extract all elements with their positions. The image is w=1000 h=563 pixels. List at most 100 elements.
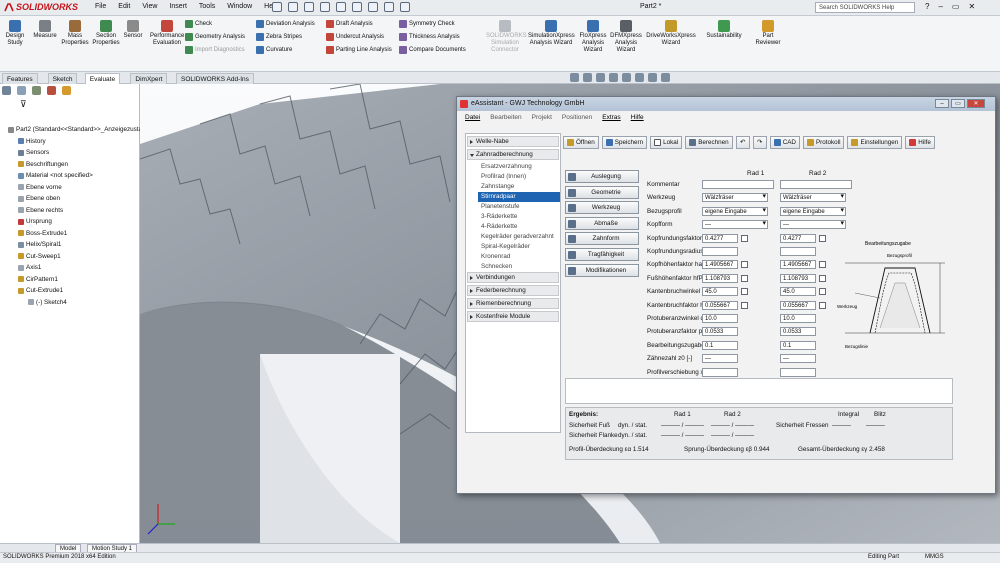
param-input-rad1[interactable]: 0.1 — [702, 340, 738, 350]
ribbon-item-col4-2[interactable]: Compare Documents — [399, 46, 466, 54]
ribbon-item-col2-1[interactable]: Zebra Stripes — [256, 33, 302, 41]
param-input-rad2[interactable]: eigene Eingabe — [780, 206, 846, 216]
param-input-rad1[interactable]: 1.108793 — [702, 273, 738, 283]
tree-item[interactable]: CirPattern1 — [18, 276, 58, 283]
dimxpert-icon[interactable] — [47, 86, 56, 95]
param-input-rad2[interactable]: — — [780, 220, 846, 230]
ribbon-tool-2[interactable]: FloXpress Analysis Wizard — [578, 20, 608, 54]
calc-button-tragfähigkeit[interactable]: Tragfähigkeit — [565, 248, 639, 261]
param-checkbox[interactable] — [741, 274, 748, 282]
param-input-rad1[interactable]: — — [702, 220, 768, 230]
calc-button-abmaße[interactable]: Abmaße — [565, 216, 639, 230]
toolbar-button-4[interactable]: ↶ — [735, 136, 750, 149]
param-checkbox[interactable] — [741, 288, 748, 296]
tree-item[interactable]: Ursprung — [18, 218, 52, 225]
toolbar-button-9[interactable]: Hilfe — [905, 136, 935, 149]
lokal-checkbox[interactable] — [654, 139, 662, 146]
tab-solidworks-add-ins[interactable]: SOLIDWORKS Add-Ins — [176, 73, 254, 84]
tree-item[interactable]: Sensors — [18, 149, 49, 156]
window-button-3[interactable]: ✕ — [968, 2, 975, 11]
param-input-rad2[interactable]: — — [780, 354, 816, 364]
tree-item[interactable]: Ebene vorne — [18, 184, 62, 191]
param-input-rad2[interactable]: 0.1 — [780, 340, 816, 350]
param-input-rad1[interactable] — [702, 367, 738, 377]
ribbon-tool-1[interactable]: SimulationXpress Analysis Wizard — [528, 20, 575, 47]
param-checkbox[interactable] — [819, 261, 826, 269]
param-checkbox[interactable] — [819, 288, 826, 296]
home-icon[interactable] — [272, 2, 282, 12]
nav-group[interactable]: Welle-Nabe — [467, 136, 559, 147]
ribbon-item-col3-2[interactable]: Parting Line Analysis — [326, 46, 392, 54]
nav-group[interactable]: Riemenberechnung — [467, 298, 559, 309]
display-manager-icon[interactable] — [62, 86, 71, 95]
nav-item[interactable]: Kronenrad — [478, 252, 560, 262]
toolbar-button-5[interactable]: ↷ — [752, 136, 767, 149]
rebuild-icon[interactable] — [384, 2, 394, 12]
dialog-minimize-button[interactable]: – — [935, 99, 949, 108]
ribbon-button-3[interactable]: Section Properties — [92, 20, 120, 47]
nav-item[interactable]: Kegelräder geradverzahnt — [478, 232, 560, 242]
param-input-rad2[interactable]: 45.0 — [780, 287, 816, 297]
toolbar-button-2[interactable]: Lokal — [650, 136, 683, 149]
tab-sketch[interactable]: Sketch — [47, 73, 78, 84]
param-input-rad1[interactable]: eigene Eingabe — [702, 206, 768, 216]
param-input-rad2[interactable]: 1.108793 — [780, 273, 816, 283]
property-manager-icon[interactable] — [17, 86, 26, 95]
param-input-rad1[interactable]: 0.0533 — [702, 327, 738, 337]
options-icon[interactable] — [400, 2, 410, 12]
dialog-menu-projekt[interactable]: Projekt — [532, 112, 552, 124]
tab-features[interactable]: Features — [2, 73, 38, 84]
toolbar-button-3[interactable]: Berechnen — [685, 136, 733, 149]
tab-evaluate[interactable]: Evaluate — [84, 73, 121, 84]
param-input-rad1[interactable]: 10.0 — [702, 314, 738, 323]
param-input-rad2[interactable]: 0.055667 — [780, 300, 816, 310]
param-input-rad2[interactable]: 10.0 — [780, 314, 816, 323]
view-orientation-icon[interactable] — [596, 73, 605, 82]
param-input-rad1[interactable]: 0.055667 — [702, 300, 738, 310]
param-input-rad1[interactable]: 45.0 — [702, 287, 738, 297]
param-input-rad2[interactable]: 1.4905667 — [780, 260, 816, 270]
param-input-rad2[interactable]: Wälzfräser — [780, 193, 846, 203]
tree-item[interactable]: Beschriftungen — [18, 161, 68, 168]
tree-item[interactable]: Helix/Spiral1 — [18, 241, 61, 248]
tree-item[interactable]: Axis1 — [18, 264, 41, 271]
ribbon-tool-0[interactable]: SOLIDWORKS Simulation Connector — [486, 20, 527, 54]
toolbar-button-7[interactable]: Protokoll — [802, 136, 845, 149]
calc-button-geometrie[interactable]: Geometrie — [565, 185, 639, 199]
tree-item[interactable]: Part2 (Standard<<Standard>>_Anzeigezusta… — [8, 126, 156, 133]
ribbon-item-col2-2[interactable]: Curvature — [256, 46, 292, 54]
nav-item[interactable]: Schnecken — [478, 262, 560, 272]
calc-button-modifikationen[interactable]: Modifikationen — [565, 263, 639, 277]
tree-item[interactable]: (-) Sketch4 — [28, 299, 67, 306]
dialog-menu-datei[interactable]: Datei — [465, 112, 480, 124]
param-input-rad2[interactable] — [780, 367, 816, 377]
tab-dimxpert[interactable]: DimXpert — [130, 73, 168, 84]
new-doc-icon[interactable] — [288, 2, 298, 12]
dialog-menu-positionen[interactable]: Positionen — [562, 112, 592, 124]
nav-item[interactable]: Spiral-Kegelräder — [478, 242, 560, 252]
display-style-icon[interactable] — [609, 73, 618, 82]
undo-icon[interactable] — [352, 2, 362, 12]
param-input-rad1[interactable]: 1.4905667 — [702, 260, 738, 270]
select-icon[interactable] — [368, 2, 378, 12]
nav-item[interactable]: Ersatzverzahnung — [478, 162, 560, 172]
nav-item[interactable]: 3-Räderkette — [478, 212, 560, 222]
nav-item[interactable]: Zahnstange — [478, 182, 560, 192]
tree-item[interactable]: Ebene rechts — [18, 207, 63, 214]
nav-group[interactable]: Verbindungen — [467, 272, 559, 283]
dialog-menu-bearbeiten[interactable]: Bearbeiten — [490, 112, 521, 124]
dialog-close-button[interactable]: ✕ — [967, 99, 985, 108]
calc-button-werkzeug[interactable]: Werkzeug — [565, 201, 639, 215]
ribbon-item-col1-2[interactable]: Import Diagnostics — [185, 46, 245, 54]
ribbon-tool-6[interactable]: Part Reviewer — [752, 20, 784, 47]
ribbon-item-col4-0[interactable]: Symmetry Check — [399, 20, 455, 28]
window-button-2[interactable]: ▭ — [952, 2, 960, 11]
nav-item[interactable]: Planetenstufe — [478, 202, 560, 212]
param-checkbox[interactable] — [819, 301, 826, 309]
param-checkbox[interactable] — [741, 301, 748, 309]
appearance-icon[interactable] — [635, 73, 644, 82]
dialog-menu-hilfe[interactable]: Hilfe — [631, 112, 644, 124]
scene-icon[interactable] — [648, 73, 657, 82]
ribbon-button-4[interactable]: Sensor — [120, 20, 146, 40]
nav-item[interactable]: Stirnradpaar — [478, 192, 560, 202]
